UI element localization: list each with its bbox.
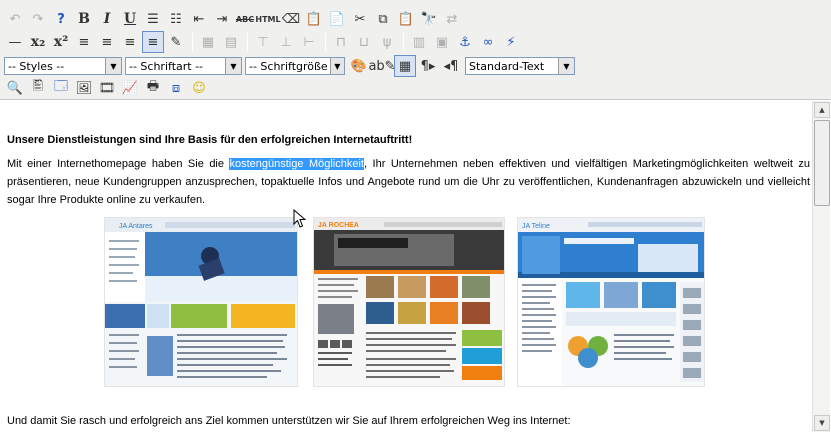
- search-zoom-button[interactable]: 🔍: [4, 77, 26, 99]
- merge-cells-button[interactable]: ▣: [431, 31, 453, 53]
- undo-button[interactable]: ↶: [4, 8, 26, 30]
- editor-toolbar: ↶ ↷? B I U ☰ ☷ ⇤ ⇥ ABC HTML ⌫ 📋 📄 ✂ ⧉ 📋 🔭 ⇄ — x₂ x² ≡ ≡ ≡ ≡ ✎ ▦ ▤ ⊤ ⊥…: [0, 0, 831, 100]
- font-size-select[interactable]: -- Schriftgröße -- ▼: [245, 57, 345, 75]
- horizontal-rule-button[interactable]: —: [4, 31, 26, 53]
- selected-text[interactable]: kostengünstige Möglichkeit: [229, 158, 364, 170]
- clean-formatting-button[interactable]: ⌫: [280, 8, 302, 30]
- justify-button[interactable]: ≡: [142, 31, 164, 53]
- toolbar-separator: [403, 33, 404, 51]
- styles-select[interactable]: -- Styles -- ▼: [4, 57, 122, 75]
- window-button[interactable]: 🗔: [50, 77, 72, 99]
- template-ja-teline[interactable]: JA Teline: [517, 217, 705, 387]
- fullscreen-button[interactable]: ⧈: [165, 77, 187, 99]
- svg-text:JA Teline: JA Teline: [522, 223, 550, 230]
- ltr-button[interactable]: ¶▸: [417, 55, 439, 77]
- paste-text-button[interactable]: 📋: [303, 8, 325, 30]
- chevron-down-icon[interactable]: ▼: [225, 58, 241, 74]
- align-right-button[interactable]: ≡: [119, 31, 141, 53]
- content-closing-line: Und damit Sie rasch und erfolgreich ans …: [7, 415, 571, 427]
- emoticon-button[interactable]: ☺: [188, 77, 210, 99]
- scrollbar-thumb[interactable]: [814, 120, 830, 206]
- template-ja-antares-image: JA Antares: [105, 218, 297, 386]
- template-ja-rochea[interactable]: JA ROCHEA: [313, 217, 505, 387]
- editor-vertical-scrollbar[interactable]: ▲ ▼: [812, 101, 830, 432]
- styles-select-value: -- Styles --: [8, 59, 65, 73]
- content-headline: Unsere Dienstleistungen sind Ihre Basis …: [7, 134, 413, 146]
- table-props-button[interactable]: ▤: [220, 31, 242, 53]
- superscript-button[interactable]: x²: [50, 31, 72, 53]
- toolbar-separator: [325, 33, 326, 51]
- indent-button[interactable]: ⇥: [211, 8, 233, 30]
- replace-button[interactable]: ⇄: [441, 8, 463, 30]
- print-button[interactable]: 🖶: [142, 77, 164, 99]
- align-center-button[interactable]: ≡: [96, 31, 118, 53]
- cut-button[interactable]: ✂: [349, 8, 371, 30]
- unlink-button[interactable]: ⚡: [500, 31, 522, 53]
- chevron-down-icon[interactable]: ▼: [105, 58, 121, 74]
- table-insert-button[interactable]: ▦: [197, 31, 219, 53]
- toolbar-separator: [192, 33, 193, 51]
- delete-row-button[interactable]: ⊢: [298, 31, 320, 53]
- paragraph-text-before: Mit einer Internethomepage haben Sie die: [7, 158, 230, 170]
- edit-button[interactable]: ✎: [165, 31, 187, 53]
- svg-text:JA Antares: JA Antares: [119, 223, 153, 230]
- preview-button[interactable]: 🖺: [27, 77, 49, 99]
- template-ja-rochea-image: JA ROCHEA: [314, 218, 504, 386]
- media-button[interactable]: 🎞: [96, 77, 118, 99]
- bullet-list-button[interactable]: ☰: [142, 8, 164, 30]
- find-button[interactable]: 🔭: [418, 8, 440, 30]
- bold-button[interactable]: B: [73, 8, 95, 30]
- toolbar-separator: [247, 33, 248, 51]
- forecolor-button[interactable]: 🎨: [348, 55, 370, 77]
- template-ja-antares[interactable]: JA Antares: [104, 217, 298, 387]
- toolbar-row-3: -- Styles -- ▼ -- Schriftart -- ▼ -- Sch…: [4, 54, 578, 78]
- subscript-button[interactable]: x₂: [27, 31, 49, 53]
- font-select[interactable]: -- Schriftart -- ▼: [125, 57, 242, 75]
- image-button[interactable]: 🖼: [73, 77, 95, 99]
- scroll-down-arrow-icon[interactable]: ▼: [814, 415, 830, 431]
- format-select-value: Standard-Text: [469, 59, 545, 73]
- scroll-up-arrow-icon[interactable]: ▲: [814, 102, 830, 118]
- toolbar-row-1: ↶ ↷? B I U ☰ ☷ ⇤ ⇥ ABC HTML ⌫ 📋 📄 ✂ ⧉ 📋 🔭 ⇄: [4, 7, 464, 31]
- delete-col-button[interactable]: ψ: [376, 31, 398, 53]
- rtl-button[interactable]: ◂¶: [440, 55, 462, 77]
- strikethrough-button[interactable]: ABC: [234, 8, 256, 30]
- anchor-button[interactable]: ⚓: [454, 31, 476, 53]
- col-after-button[interactable]: ⊔: [353, 31, 375, 53]
- toolbar-row-4: 🔍 🖺 🗔 🖼 🎞 📈 🖶 ⧈ ☺: [4, 76, 211, 100]
- help-button[interactable]: ?: [50, 8, 72, 30]
- numbered-list-button[interactable]: ☷: [165, 8, 187, 30]
- font-select-value: -- Schriftart --: [129, 59, 204, 73]
- link-button[interactable]: ∞: [477, 31, 499, 53]
- align-left-button[interactable]: ≡: [73, 31, 95, 53]
- chart-button[interactable]: 📈: [119, 77, 141, 99]
- template-ja-teline-image: JA Teline: [518, 218, 704, 386]
- html-button[interactable]: HTML: [255, 8, 280, 30]
- toolbar-row-2: — x₂ x² ≡ ≡ ≡ ≡ ✎ ▦ ▤ ⊤ ⊥ ⊢ ⊓ ⊔ ψ ▥ ▣ ⚓ ∞ ⚡: [4, 30, 523, 54]
- editor-document[interactable]: Unsere Dienstleistungen sind Ihre Basis …: [7, 131, 810, 209]
- svg-text:JA ROCHEA: JA ROCHEA: [318, 222, 359, 229]
- content-paragraph: Mit einer Internethomepage haben Sie die…: [7, 155, 810, 209]
- paste-word-button[interactable]: 📄: [326, 8, 348, 30]
- outdent-button[interactable]: ⇤: [188, 8, 210, 30]
- split-cells-button[interactable]: ▥: [408, 31, 430, 53]
- col-before-button[interactable]: ⊓: [330, 31, 352, 53]
- font-size-select-value: -- Schriftgröße --: [249, 59, 330, 73]
- redo-button[interactable]: ↷: [27, 8, 49, 30]
- row-after-button[interactable]: ⊥: [275, 31, 297, 53]
- editor-content-area[interactable]: Unsere Dienstleistungen sind Ihre Basis …: [0, 101, 812, 432]
- format-select[interactable]: Standard-Text ▼: [465, 57, 575, 75]
- italic-button[interactable]: I: [96, 8, 118, 30]
- backcolor-button[interactable]: ab✎: [368, 55, 395, 77]
- row-before-button[interactable]: ⊤: [252, 31, 274, 53]
- visual-aid-button[interactable]: ▦: [394, 55, 416, 77]
- chevron-down-icon[interactable]: ▼: [558, 58, 574, 74]
- chevron-down-icon[interactable]: ▼: [329, 58, 344, 74]
- underline-button[interactable]: U: [119, 8, 141, 30]
- mouse-pointer-icon: [293, 209, 307, 228]
- row3-button-group: 🎨 ab✎ ▦ ¶▸ ◂¶: [348, 55, 463, 77]
- copy-button[interactable]: ⧉: [372, 8, 394, 30]
- paste-button[interactable]: 📋: [395, 8, 417, 30]
